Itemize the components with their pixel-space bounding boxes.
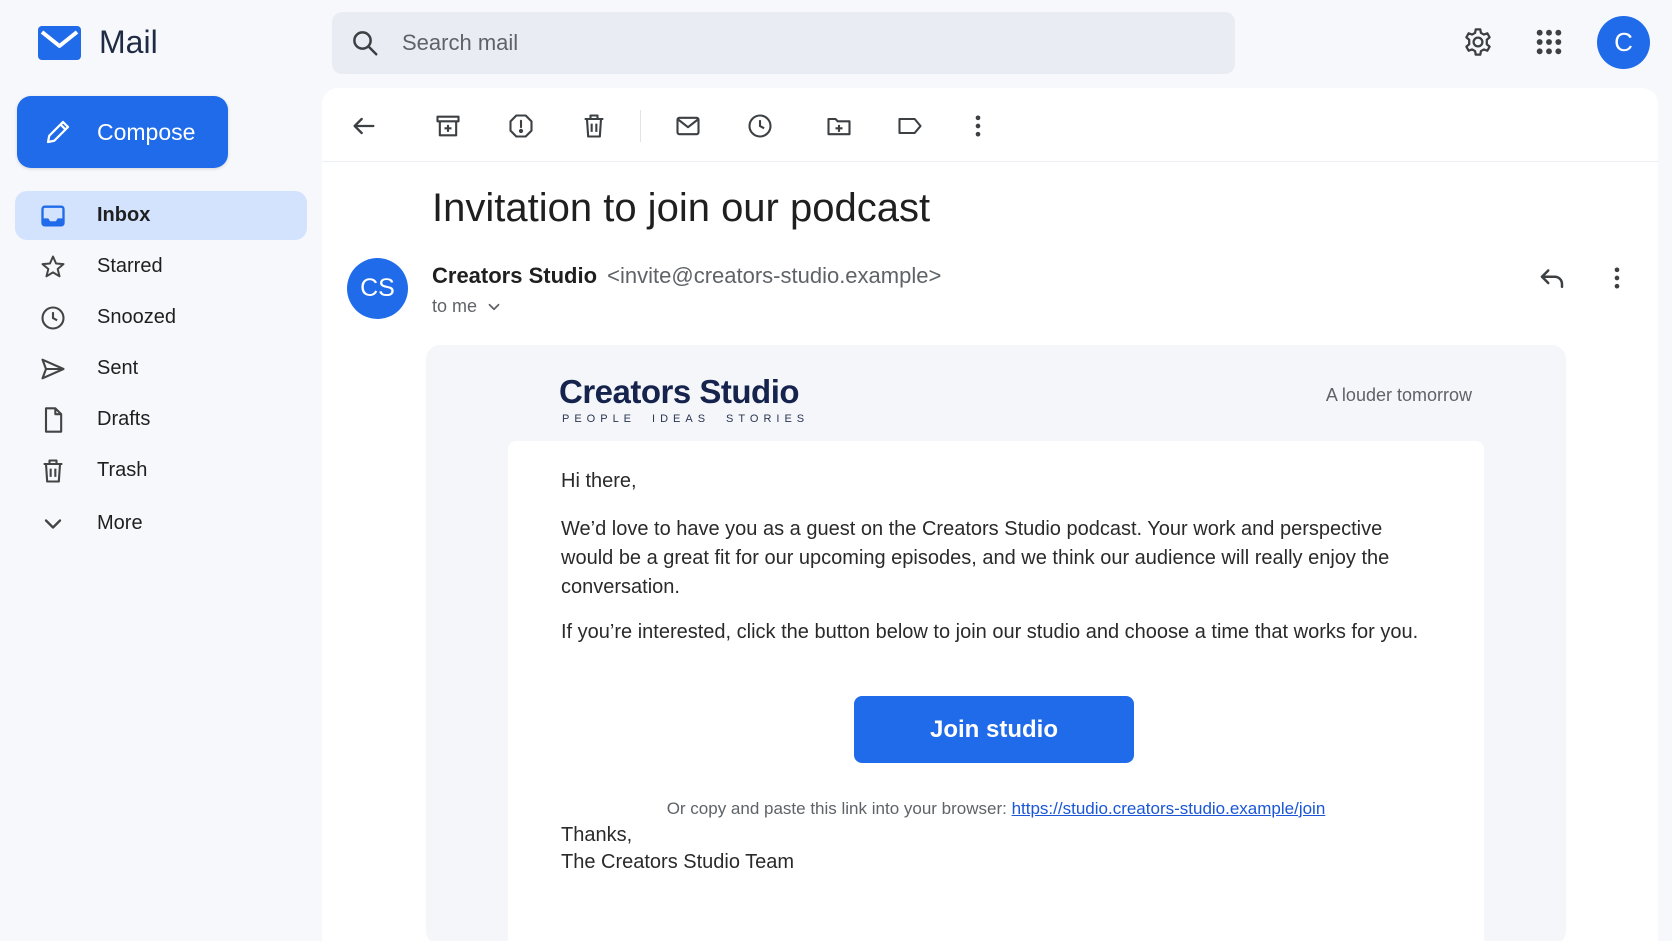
message-subject: Invitation to join our podcast [432, 186, 931, 230]
trash-icon [584, 114, 604, 138]
trash-icon [43, 458, 63, 483]
clock-icon [748, 114, 772, 138]
compose-label: Compose [97, 118, 196, 145]
header-tagline: A louder tomorrow [1325, 385, 1472, 405]
sender-email: <invite@creators-studio.example> [607, 263, 942, 288]
more-vertical-icon [1614, 267, 1620, 289]
logo-tag-item: IDEAS [652, 413, 711, 425]
clock-icon [41, 305, 65, 330]
folder-move-icon [827, 117, 851, 136]
logo-title: Creators Studio [559, 373, 800, 410]
sidebar-nav: Inbox Starred Snoozed Sent Drafts Trash … [15, 191, 307, 550]
star-icon [41, 255, 65, 277]
logo-tagline: PEOPLE IDEAS STORIES [559, 413, 825, 425]
search-icon[interactable] [350, 28, 380, 58]
chevron-down-icon [488, 303, 500, 310]
sidebar-item-label: Trash [97, 459, 148, 481]
email-body: Creators Studio PEOPLE IDEAS STORIES A lou… [426, 345, 1566, 941]
search-bar [332, 12, 1235, 74]
mail-app: Mail Compose Inbox Starred Snoozed Sent … [0, 0, 1672, 941]
envelope-icon [676, 116, 700, 136]
message-more-button[interactable] [1597, 258, 1637, 298]
inbox-icon [41, 205, 65, 226]
archive-icon [436, 115, 460, 137]
report-spam-button[interactable] [501, 106, 541, 146]
sidebar-item-inbox[interactable]: Inbox [15, 191, 307, 240]
sidebar-item-snoozed[interactable]: Snoozed [15, 293, 307, 342]
logo-tag-item: STORIES [726, 413, 810, 425]
delete-button[interactable] [574, 106, 614, 146]
arrow-left-icon [353, 117, 375, 135]
sidebar-item-label: More [97, 512, 143, 534]
sidebar-item-label: Snoozed [97, 306, 176, 328]
sender-avatar: CS [347, 258, 408, 319]
logo-tag-item: PEOPLE [562, 413, 637, 425]
sidebar-item-drafts[interactable]: Drafts [15, 395, 307, 444]
gear-icon [1465, 28, 1491, 56]
copy-link-label: Or copy and paste this link into your br… [666, 799, 1012, 818]
sidebar-item-trash[interactable]: Trash [15, 446, 307, 495]
chevron-down-icon [44, 518, 62, 529]
sender-name: Creators Studio [432, 263, 598, 288]
recipient-details[interactable]: to me [432, 296, 503, 317]
sidebar-item-label: Sent [97, 357, 139, 379]
message-toolbar [322, 88, 1658, 162]
email-signature: The Creators Studio Team [561, 851, 795, 873]
email-paragraph: We’d love to have you as a guest on the … [561, 518, 1390, 598]
app-name: Mail [99, 24, 158, 60]
email-greeting: Hi there, [561, 470, 637, 492]
more-vertical-icon [975, 115, 981, 137]
email-signoff: Thanks, [561, 824, 633, 846]
brand[interactable]: Mail [38, 24, 158, 61]
reply-icon [1540, 269, 1564, 288]
account-avatar[interactable]: C [1597, 16, 1650, 69]
sender-info: Creators Studio <invite@creators-studio.… [432, 263, 941, 289]
join-link[interactable]: https://studio.creators-studio.example/j… [1012, 799, 1326, 818]
sidebar-item-starred[interactable]: Starred [15, 242, 307, 291]
more-actions-button[interactable] [958, 106, 998, 146]
label-button[interactable] [890, 106, 930, 146]
toolbar-divider [640, 110, 641, 142]
move-to-button[interactable] [819, 106, 859, 146]
search-input[interactable] [402, 30, 1182, 56]
reply-button[interactable] [1532, 258, 1572, 298]
mark-unread-button[interactable] [668, 106, 708, 146]
compose-button[interactable]: Compose [17, 96, 228, 168]
apps-button[interactable] [1529, 22, 1569, 62]
email-paragraph: If you’re interested, click the button b… [561, 621, 1419, 643]
sidebar: Mail Compose Inbox Starred Snoozed Sent … [0, 0, 320, 941]
sidebar-item-sent[interactable]: Sent [15, 344, 307, 393]
email-content-card: Hi there, We’d love to have you as a gue… [508, 441, 1484, 941]
archive-button[interactable] [428, 106, 468, 146]
label-icon [898, 117, 922, 135]
join-studio-button[interactable]: Join studio [854, 696, 1134, 763]
snooze-button[interactable] [740, 106, 780, 146]
alert-icon [509, 114, 533, 138]
sidebar-item-label: Starred [97, 255, 163, 277]
creators-studio-logo: Creators Studio PEOPLE IDEAS STORIES [559, 373, 825, 425]
pencil-icon [46, 120, 70, 144]
settings-button[interactable] [1458, 22, 1498, 62]
draft-icon [44, 406, 63, 433]
apps-grid-icon [1536, 29, 1562, 55]
recipient-label: to me [432, 296, 478, 316]
mail-logo-icon [38, 25, 81, 60]
message-panel: Invitation to join our podcast CS Creato… [322, 88, 1658, 941]
sidebar-item-label: Inbox [97, 204, 151, 226]
copy-link-text: Or copy and paste this link into your br… [508, 799, 1484, 819]
send-icon [41, 358, 65, 379]
back-button[interactable] [344, 106, 384, 146]
sidebar-item-more[interactable]: More [15, 499, 307, 548]
sidebar-item-label: Drafts [97, 408, 151, 430]
